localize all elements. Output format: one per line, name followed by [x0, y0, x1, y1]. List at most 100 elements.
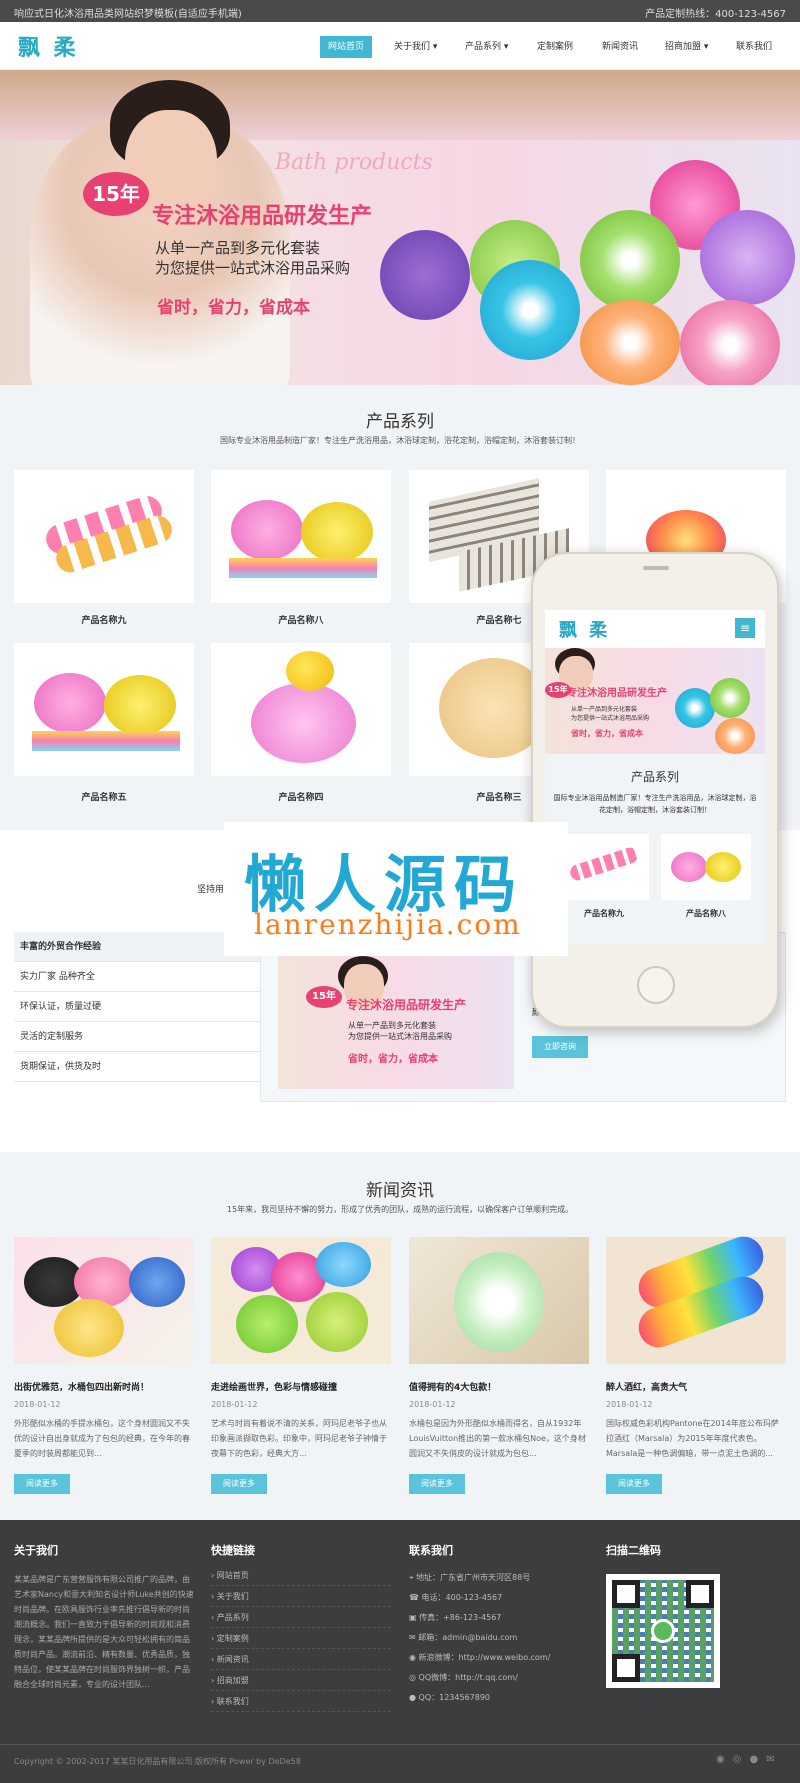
site-description: 响应式日化沐浴用品类网站织梦模板(自适应手机端) — [14, 9, 242, 20]
contact-qq-weibo[interactable]: ◎ QQ微博：http://t.qq.com/ — [409, 1668, 518, 1688]
tqq-icon[interactable]: ◎ — [733, 1754, 750, 1765]
email-icon[interactable]: ✉ — [766, 1754, 782, 1765]
news-image[interactable] — [211, 1237, 391, 1364]
qr-code-icon — [606, 1574, 720, 1688]
hamburger-menu-icon[interactable]: ≡ — [735, 618, 755, 638]
puff-blue — [675, 688, 715, 728]
footer-link-news[interactable]: › 新闻资讯 — [211, 1649, 391, 1670]
weibo-icon[interactable]: ◉ — [716, 1754, 733, 1765]
product-name[interactable]: 产品名称五 — [14, 790, 194, 803]
news-title-link[interactable]: 出街优雅范，水桶包四出新时尚！ — [14, 1380, 149, 1393]
hero-banner[interactable]: Bath products 15年 专注沐浴用品研发生产 从单一产品到多元化套装… — [0, 70, 800, 385]
news-title-link[interactable]: 走进绘画世界，色彩与情感碰撞 — [211, 1380, 337, 1393]
news-date: 2018-01-12 — [606, 1400, 653, 1409]
advantages-intro: 坚持用 — [197, 885, 225, 895]
nav-item-cases[interactable]: 定制案例 — [529, 36, 581, 58]
news-title: 新闻资讯 — [366, 1181, 434, 1201]
phone-line-1: 从单一产品到多元化套装 — [571, 706, 638, 713]
nav-item-about[interactable]: 关于我们 ▾ — [386, 36, 445, 58]
read-more-button[interactable]: 阅读更多 — [409, 1474, 465, 1494]
products-subtitle: 国际专业沐浴用品制造厂家！专注生产洗浴用品，沐浴球定制，浴花定制，浴帽定制，沐浴… — [220, 436, 580, 445]
contact-weibo[interactable]: ◉ 新浪微博：http://www.weibo.com/ — [409, 1648, 550, 1668]
watermark-logo: 懒人源码 lanrenzhijia.com — [224, 822, 568, 956]
product-name[interactable]: 产品名称八 — [211, 613, 391, 626]
product-image — [251, 683, 356, 763]
hero-slogan: 省时，省力，省成本 — [157, 298, 310, 318]
footer-link-about[interactable]: › 关于我们 — [211, 1586, 391, 1607]
bath-puff-orange — [580, 300, 680, 385]
copyright: Copyright © 2002-2017 某某日化用品有限公司 版权所有 Po… — [14, 1757, 301, 1766]
footer-link-contact[interactable]: › 联系我们 — [211, 1691, 391, 1712]
product-image — [568, 845, 640, 883]
phone-speaker — [643, 566, 669, 570]
banner-slogan: 省时，省力，省成本 — [348, 1054, 438, 1065]
phone-banner[interactable]: 15年 专注沐浴用品研发生产 从单一产品到多元化套装 为您提供一站式沐浴用品采购… — [545, 648, 765, 754]
advantage-item[interactable]: 灵活的定制服务 — [14, 1022, 260, 1052]
products-title: 产品系列 — [366, 412, 434, 432]
bath-sponge — [454, 1252, 544, 1352]
product-card-8[interactable] — [211, 470, 391, 603]
product-towel — [32, 731, 180, 751]
news-excerpt: 水桶包是因为外形酷似水桶而得名，自从1932年LouisVuitton推出的第一… — [409, 1419, 586, 1458]
product-card-5[interactable] — [14, 643, 194, 776]
product-card-9[interactable] — [14, 470, 194, 603]
footer-links-heading: 快捷链接 — [211, 1544, 255, 1557]
advantage-item[interactable]: 货期保证，供货及时 — [14, 1052, 260, 1082]
advantage-item[interactable]: 环保认证，质量过硬 — [14, 992, 260, 1022]
puff-lime — [306, 1292, 368, 1352]
social-icons[interactable]: ◉◎●✉ — [716, 1754, 783, 1765]
contact-qq[interactable]: ● QQ：1234567890 — [409, 1688, 490, 1708]
nav-item-products[interactable]: 产品系列 ▾ — [457, 36, 516, 58]
advantage-banner-image: 15年 专注沐浴用品研发生产 从单一产品到多元化套装 为您提供一站式沐浴用品采购… — [278, 954, 514, 1089]
footer-link-cases[interactable]: › 定制案例 — [211, 1628, 391, 1649]
product-card-4[interactable] — [211, 643, 391, 776]
hotline: 产品定制热线：400-123-4567 — [645, 9, 786, 20]
product-name[interactable]: 产品名称四 — [211, 790, 391, 803]
news-image[interactable] — [409, 1237, 589, 1364]
product-image — [231, 500, 303, 560]
phone-logo: 飘 柔 — [559, 620, 611, 641]
main-navigation: 飘 柔 网站首页 关于我们 ▾ 产品系列 ▾ 定制案例 新闻资讯 招商加盟 ▾ … — [0, 22, 800, 70]
contact-phone: ☎ 电话：400-123-4567 — [409, 1593, 503, 1602]
phone-product-card[interactable] — [559, 834, 649, 900]
banner-headline: 专注沐浴用品研发生产 — [346, 998, 467, 1012]
hero-line-1: 从单一产品到多元化套装 — [155, 239, 321, 257]
phone-product-name[interactable]: 产品名称八 — [661, 908, 751, 919]
nav-item-contact[interactable]: 联系我们 — [728, 36, 780, 58]
qq-icon[interactable]: ● — [749, 1754, 766, 1765]
footer-link-products[interactable]: › 产品系列 — [211, 1607, 391, 1628]
news-section: 新闻资讯 15年来，我司坚持不懈的努力，形成了优秀的团队，成熟的运行流程，以确保… — [0, 1152, 800, 1520]
product-name[interactable]: 产品名称九 — [14, 613, 194, 626]
phone-product-name[interactable]: 产品名称九 — [559, 908, 649, 919]
nav-item-join[interactable]: 招商加盟 ▾ — [657, 36, 716, 58]
footer: 关于我们 某某品牌是广东营营服饰有限公司推广的品牌，由艺术家Nancy和意大利知… — [0, 1520, 800, 1783]
news-date: 2018-01-12 — [409, 1400, 456, 1409]
nav-item-news[interactable]: 新闻资讯 — [594, 36, 646, 58]
news-image[interactable] — [606, 1230, 786, 1364]
advantage-item[interactable]: 实力厂家 品种齐全 — [14, 962, 260, 992]
bath-puff-lime — [580, 210, 680, 310]
read-more-button[interactable]: 阅读更多 — [211, 1474, 267, 1494]
bath-puff-lavender — [700, 210, 795, 305]
read-more-button[interactable]: 阅读更多 — [14, 1474, 70, 1494]
nav-item-home[interactable]: 网站首页 — [320, 36, 373, 58]
phone-headline: 专注沐浴用品研发生产 — [567, 688, 667, 699]
hero-headline: 专注沐浴用品研发生产 — [152, 204, 373, 229]
site-logo[interactable]: 飘 柔 — [18, 30, 79, 62]
phone-product-card[interactable] — [661, 834, 751, 900]
footer-link-join[interactable]: › 招商加盟 — [211, 1670, 391, 1691]
read-more-button[interactable]: 阅读更多 — [606, 1474, 662, 1494]
footer-link-home[interactable]: › 网站首页 — [211, 1565, 391, 1586]
bath-puff-rose — [680, 300, 780, 385]
news-excerpt: 外形酷似水桶的手提水桶包，这个身材圆润又不失优的设计自出身就成为了包包的经典，在… — [14, 1419, 190, 1458]
news-title-link[interactable]: 值得拥有的4大包款！ — [409, 1380, 496, 1393]
contact-email[interactable]: ✉ 邮箱：admin@baidu.com — [409, 1628, 517, 1648]
watermark-url: lanrenzhijia.com — [254, 908, 522, 941]
bath-products-script: Bath products — [275, 150, 433, 175]
consult-now-button[interactable]: 立即咨询 — [532, 1036, 588, 1058]
news-title-link[interactable]: 醉人酒红，高贵大气 — [606, 1380, 687, 1393]
puff-green — [710, 678, 750, 718]
banner-line-2: 为您提供一站式沐浴用品采购 — [348, 1032, 452, 1041]
news-image[interactable] — [14, 1237, 194, 1364]
phone-line-2: 为您提供一站式沐浴用品采购 — [571, 715, 650, 722]
